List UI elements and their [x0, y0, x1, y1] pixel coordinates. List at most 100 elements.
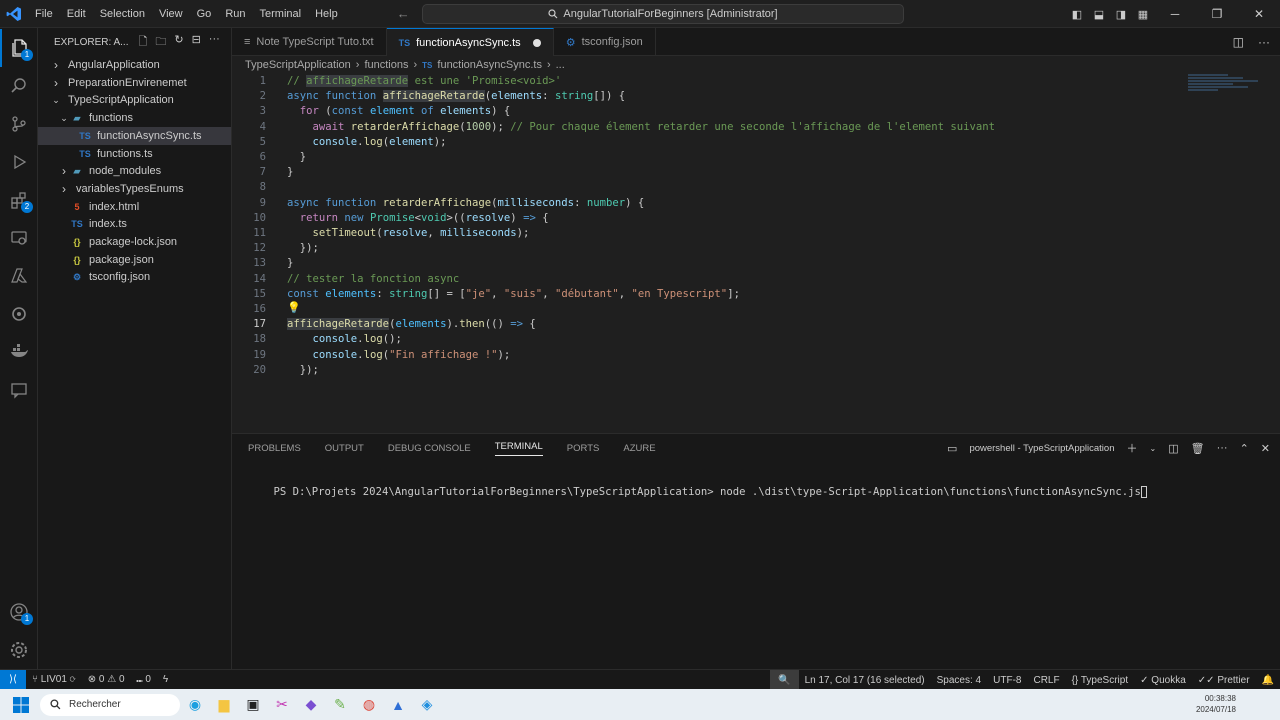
breadcrumb-folder[interactable]: TypeScriptApplication: [245, 59, 351, 71]
visual-studio-icon[interactable]: ◆: [297, 691, 325, 719]
new-terminal-icon[interactable]: ＋: [1126, 440, 1137, 456]
terminal-app-icon[interactable]: ▣: [239, 691, 267, 719]
collapse-all-icon[interactable]: ⊟: [192, 33, 201, 52]
breadcrumb-file[interactable]: functionAsyncSync.ts: [437, 59, 542, 71]
lightning-icon[interactable]: ϟ: [157, 674, 174, 685]
terminal-name[interactable]: powershell - TypeScriptApplication: [969, 443, 1114, 454]
restore-icon[interactable]: ❐: [1196, 7, 1238, 21]
taskbar-search[interactable]: Rechercher: [40, 693, 180, 716]
lightbulb-icon[interactable]: 💡: [287, 301, 301, 314]
windows-start-icon[interactable]: [6, 689, 36, 720]
tree-item[interactable]: 5 index.html: [38, 198, 231, 216]
panel-tab-azure[interactable]: AZURE: [623, 443, 655, 454]
minimap[interactable]: [1188, 73, 1268, 113]
tree-item[interactable]: › variablesTypesEnums: [38, 180, 231, 198]
file-explorer-icon[interactable]: ▆: [210, 691, 238, 719]
run-debug-icon[interactable]: [0, 143, 38, 181]
remote-icon[interactable]: ⟩⟨: [0, 669, 26, 690]
line-endings[interactable]: CRLF: [1027, 675, 1065, 686]
tree-item[interactable]: TS functionAsyncSync.ts: [38, 126, 231, 145]
system-clock[interactable]: 00:38:38 2024/07/18: [1196, 693, 1236, 715]
back-arrow-icon[interactable]: ←: [397, 6, 410, 21]
trash-icon[interactable]: 🗑: [1191, 442, 1205, 455]
split-editor-icon[interactable]: ◫: [1233, 35, 1244, 49]
tree-item[interactable]: ⌄ ▰ functions: [38, 109, 231, 127]
menu-selection[interactable]: Selection: [93, 8, 152, 20]
zoom-icon[interactable]: 🔍: [770, 670, 799, 690]
quokka-status[interactable]: ✓ Quokka: [1134, 675, 1192, 686]
remote-explorer-icon[interactable]: [0, 219, 38, 257]
language-mode[interactable]: {} TypeScript: [1066, 675, 1135, 686]
settings-gear-icon[interactable]: [0, 631, 38, 669]
more-actions-icon[interactable]: ···: [209, 33, 220, 52]
comments-icon[interactable]: [0, 371, 38, 409]
new-file-icon[interactable]: 🗋: [138, 33, 147, 52]
docker-icon[interactable]: [0, 333, 38, 371]
menu-go[interactable]: Go: [190, 8, 219, 20]
azure-icon[interactable]: [0, 257, 38, 295]
panel-tab-terminal[interactable]: TERMINAL: [494, 441, 543, 456]
vscode-taskbar-icon[interactable]: ◈: [413, 691, 441, 719]
close-panel-icon[interactable]: ✕: [1261, 442, 1270, 455]
edge-icon[interactable]: ◉: [181, 691, 209, 719]
indentation[interactable]: Spaces: 4: [931, 675, 987, 686]
breadcrumb-subfolder[interactable]: functions: [364, 59, 408, 71]
terminal-output[interactable]: PS D:\Projets 2024\AngularTutorialForBeg…: [248, 474, 1147, 510]
tree-item[interactable]: {} package.json: [38, 251, 231, 269]
menu-run[interactable]: Run: [218, 8, 252, 20]
tree-item[interactable]: ⌄ TypeScriptApplication: [38, 91, 231, 109]
notepad-plus-icon[interactable]: ✎: [326, 691, 354, 719]
close-window-icon[interactable]: ✕: [1238, 7, 1280, 21]
menu-terminal[interactable]: Terminal: [253, 8, 309, 20]
tree-item[interactable]: › AngularApplication: [38, 56, 231, 74]
tab-function-async-sync[interactable]: TS functionAsyncSync.ts: [386, 28, 554, 56]
explorer-icon[interactable]: 1: [0, 29, 38, 67]
chrome-icon[interactable]: ◍: [355, 691, 383, 719]
encoding[interactable]: UTF-8: [987, 675, 1027, 686]
source-control-icon[interactable]: [0, 105, 38, 143]
problems-status[interactable]: ⊗ 0 ⚠ 0: [82, 674, 131, 685]
menu-file[interactable]: File: [28, 8, 60, 20]
cursor-position[interactable]: Ln 17, Col 17 (16 selected): [799, 675, 931, 686]
azure-data-studio-icon[interactable]: ▲: [384, 691, 412, 719]
tab-note-typescript[interactable]: ≡ Note TypeScript Tuto.txt: [232, 28, 387, 56]
tree-item[interactable]: TS index.ts: [38, 215, 231, 233]
tree-item[interactable]: › PreparationEnvirenemet: [38, 74, 231, 92]
panel-tab-problems[interactable]: PROBLEMS: [248, 443, 301, 454]
menu-view[interactable]: View: [152, 8, 190, 20]
toggle-sidebar-icon[interactable]: ◧: [1066, 8, 1088, 21]
customize-layout-icon[interactable]: ▦: [1132, 8, 1154, 21]
unsaved-dot-icon[interactable]: [532, 38, 541, 47]
refresh-icon[interactable]: ↻: [174, 33, 183, 52]
search-view-icon[interactable]: [0, 67, 38, 105]
maximize-panel-icon[interactable]: ⌃: [1240, 442, 1249, 455]
command-center-search[interactable]: AngularTutorialForBeginners [Administrat…: [422, 4, 904, 24]
tree-item[interactable]: {} package-lock.json: [38, 233, 231, 251]
branch-status[interactable]: ⑂ LIV01 ⟳: [26, 674, 82, 685]
split-terminal-icon[interactable]: ◫: [1168, 442, 1178, 455]
toggle-panel-icon[interactable]: ⬓: [1088, 8, 1110, 21]
extensions-icon[interactable]: 2: [0, 181, 38, 219]
panel-tab-debug-console[interactable]: DEBUG CONSOLE: [388, 443, 471, 454]
chevron-down-icon[interactable]: ⌄: [1149, 444, 1156, 453]
menu-help[interactable]: Help: [308, 8, 345, 20]
code-editor[interactable]: 1 // affichageRetarde est une 'Promise<vo…: [232, 73, 1280, 433]
ports-status[interactable]: ⑉ 0: [131, 674, 157, 685]
tab-tsconfig[interactable]: ⚙ tsconfig.json: [554, 28, 656, 56]
minimize-icon[interactable]: ─: [1154, 7, 1196, 21]
tree-item[interactable]: › ▰ node_modules: [38, 162, 231, 180]
new-folder-icon[interactable]: 🗀: [155, 33, 166, 52]
more-actions-icon[interactable]: ···: [1258, 35, 1270, 49]
panel-tab-output[interactable]: OUTPUT: [325, 443, 364, 454]
tree-item[interactable]: TS functions.ts: [38, 145, 231, 163]
more-actions-icon[interactable]: ···: [1217, 442, 1228, 454]
breadcrumb-symbol[interactable]: ...: [556, 59, 565, 71]
panel-tab-ports[interactable]: PORTS: [567, 443, 600, 454]
gitlens-icon[interactable]: [0, 295, 38, 333]
prettier-status[interactable]: ✓✓ Prettier: [1192, 675, 1256, 686]
snipping-tool-icon[interactable]: ✂: [268, 691, 296, 719]
tree-item[interactable]: ⚙ tsconfig.json: [38, 268, 231, 286]
notifications-bell-icon[interactable]: 🔔: [1256, 675, 1280, 686]
account-icon[interactable]: 1: [0, 593, 38, 631]
toggle-secondary-sidebar-icon[interactable]: ◨: [1110, 8, 1132, 21]
